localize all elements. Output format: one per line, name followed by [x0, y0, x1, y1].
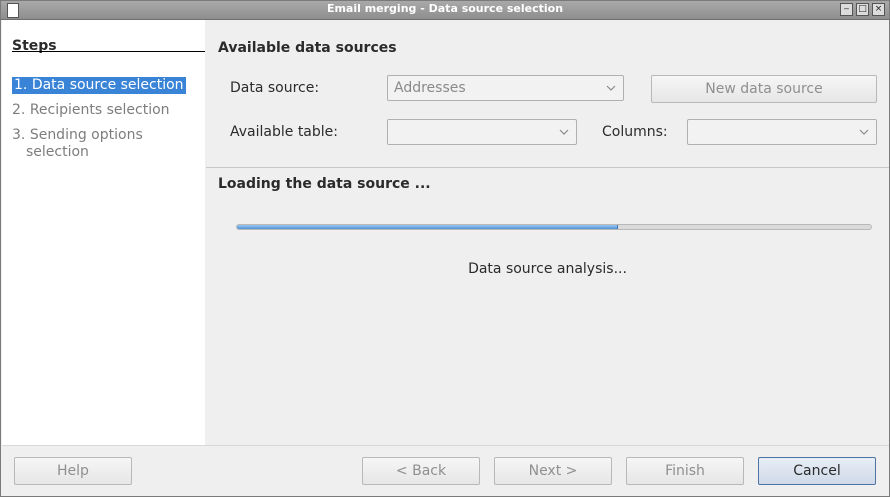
close-icon[interactable]: ×: [872, 3, 885, 16]
step-number: 3.: [12, 127, 26, 143]
data-source-value: Addresses: [394, 80, 466, 96]
title-bar[interactable]: Email merging - Data source selection ‒ …: [1, 1, 889, 20]
steps-divider: [12, 51, 205, 52]
footer-divider: [2, 445, 889, 446]
next-button[interactable]: Next >: [494, 457, 612, 485]
available-sources-heading: Available data sources: [218, 40, 397, 56]
available-table-combo[interactable]: [387, 119, 577, 145]
loading-progress-bar: [236, 224, 872, 230]
step-data-source-selection[interactable]: 1. Data source selection: [12, 77, 186, 94]
columns-combo[interactable]: [687, 119, 877, 145]
section-divider: [206, 167, 889, 168]
cancel-button[interactable]: Cancel: [758, 457, 876, 485]
step-label-continued: selection: [26, 144, 89, 160]
data-source-combo[interactable]: Addresses: [387, 75, 624, 101]
main-content: Available data sources Data source: Addr…: [206, 20, 889, 445]
step-recipients-selection[interactable]: 2. Recipients selection: [12, 102, 170, 118]
back-button[interactable]: < Back: [362, 457, 480, 485]
chevron-down-icon: [859, 129, 869, 135]
chevron-down-icon: [606, 85, 616, 91]
available-table-label: Available table:: [230, 124, 338, 140]
dialog-window: Email merging - Data source selection ‒ …: [0, 0, 890, 497]
step-label: Data source selection: [31, 77, 184, 93]
progress-fill: [237, 225, 619, 229]
chevron-down-icon: [559, 129, 569, 135]
loading-heading: Loading the data source ...: [218, 176, 431, 192]
step-number: 1.: [14, 77, 28, 93]
window-title: Email merging - Data source selection: [326, 2, 564, 15]
new-data-source-button[interactable]: New data source: [651, 75, 877, 103]
steps-panel: Steps 1. Data source selection 2. Recipi…: [2, 20, 205, 445]
step-label: Sending options: [29, 127, 143, 143]
columns-label: Columns:: [602, 124, 668, 140]
help-button[interactable]: Help: [14, 457, 132, 485]
finish-button[interactable]: Finish: [626, 457, 744, 485]
step-label: Recipients selection: [29, 102, 170, 118]
loading-status-text: Data source analysis...: [468, 261, 627, 277]
step-number: 2.: [12, 102, 26, 118]
minimize-icon[interactable]: ‒: [840, 3, 853, 16]
data-source-label: Data source:: [230, 80, 320, 96]
step-sending-options-selection[interactable]: 3. Sending options: [12, 127, 143, 143]
maximize-icon[interactable]: □: [856, 3, 869, 16]
